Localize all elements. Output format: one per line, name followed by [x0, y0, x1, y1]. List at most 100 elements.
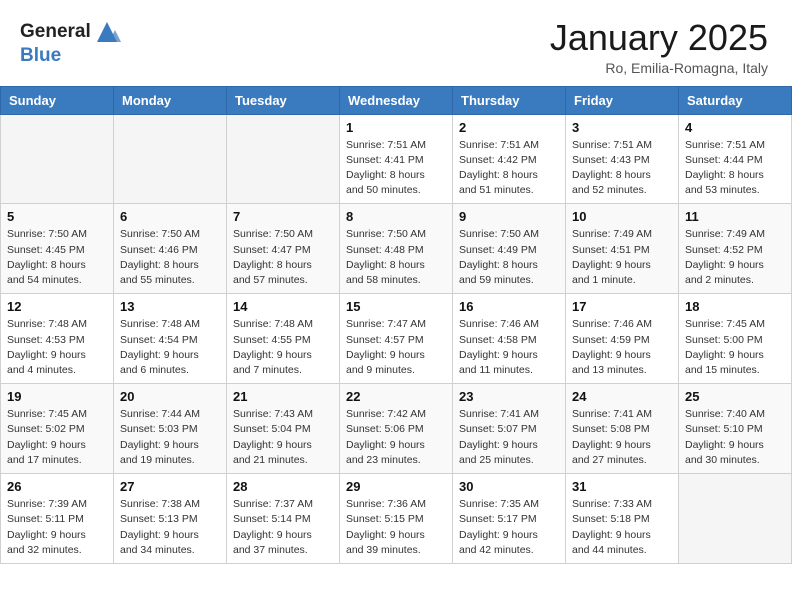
day-number: 9 — [459, 209, 559, 224]
calendar-week-row: 1Sunrise: 7:51 AM Sunset: 4:41 PM Daylig… — [1, 114, 792, 204]
calendar-cell: 31 Sunrise: 7:33 AM Sunset: 5:18 PM Dayli… — [566, 474, 679, 564]
day-info: Sunrise: 7:45 AM Sunset: 5:02 PM Dayligh… — [7, 407, 107, 468]
calendar-cell — [227, 114, 340, 204]
header-right: January 2025 Ro, Emilia-Romagna, Italy — [550, 18, 768, 76]
calendar-cell: 2 Sunrise: 7:51 AM Sunset: 4:42 PM Daylig… — [453, 114, 566, 204]
day-number: 13 — [120, 299, 220, 314]
day-number: 26 — [7, 479, 107, 494]
day-number: 16 — [459, 299, 559, 314]
calendar-cell: 26 Sunrise: 7:39 AM Sunset: 5:11 PM Dayli… — [1, 474, 114, 564]
day-number: 11 — [685, 209, 785, 224]
calendar-cell — [679, 474, 792, 564]
day-info: Sunrise: 7:36 AM Sunset: 5:15 PM Dayligh… — [346, 497, 446, 558]
day-info: Sunrise: 7:49 AM Sunset: 4:52 PM Dayligh… — [685, 227, 785, 288]
weekday-header: Tuesday — [227, 86, 340, 114]
day-info: Sunrise: 7:47 AM Sunset: 4:57 PM Dayligh… — [346, 317, 446, 378]
day-number: 8 — [346, 209, 446, 224]
day-number: 3 — [572, 120, 672, 135]
day-info: Sunrise: 7:50 AM Sunset: 4:46 PM Dayligh… — [120, 227, 220, 288]
calendar-cell: 9 Sunrise: 7:50 AM Sunset: 4:49 PM Daylig… — [453, 204, 566, 294]
calendar-cell: 13 Sunrise: 7:48 AM Sunset: 4:54 PM Dayli… — [114, 294, 227, 384]
day-number: 4 — [685, 120, 785, 135]
calendar-cell: 22 Sunrise: 7:42 AM Sunset: 5:06 PM Dayli… — [340, 384, 453, 474]
calendar-cell: 3 Sunrise: 7:51 AM Sunset: 4:43 PM Daylig… — [566, 114, 679, 204]
day-info: Sunrise: 7:41 AM Sunset: 5:08 PM Dayligh… — [572, 407, 672, 468]
calendar-week-row: 12Sunrise: 7:48 AM Sunset: 4:53 PM Dayli… — [1, 294, 792, 384]
day-info: Sunrise: 7:46 AM Sunset: 4:58 PM Dayligh… — [459, 317, 559, 378]
calendar-cell: 5 Sunrise: 7:50 AM Sunset: 4:45 PM Daylig… — [1, 204, 114, 294]
calendar-cell — [1, 114, 114, 204]
weekday-header: Saturday — [679, 86, 792, 114]
day-info: Sunrise: 7:48 AM Sunset: 4:55 PM Dayligh… — [233, 317, 333, 378]
day-info: Sunrise: 7:51 AM Sunset: 4:42 PM Dayligh… — [459, 138, 559, 199]
calendar-cell: 23 Sunrise: 7:41 AM Sunset: 5:07 PM Dayli… — [453, 384, 566, 474]
logo-blue: Blue — [20, 46, 121, 65]
weekday-header: Thursday — [453, 86, 566, 114]
calendar-cell: 29 Sunrise: 7:36 AM Sunset: 5:15 PM Dayli… — [340, 474, 453, 564]
calendar-header: SundayMondayTuesdayWednesdayThursdayFrid… — [1, 86, 792, 114]
day-number: 29 — [346, 479, 446, 494]
day-number: 18 — [685, 299, 785, 314]
day-info: Sunrise: 7:51 AM Sunset: 4:44 PM Dayligh… — [685, 138, 785, 199]
day-info: Sunrise: 7:40 AM Sunset: 5:10 PM Dayligh… — [685, 407, 785, 468]
calendar: SundayMondayTuesdayWednesdayThursdayFrid… — [0, 86, 792, 564]
day-number: 7 — [233, 209, 333, 224]
page: General Blue January 2025 Ro, Emilia-Rom… — [0, 0, 792, 564]
day-number: 12 — [7, 299, 107, 314]
day-number: 21 — [233, 389, 333, 404]
day-info: Sunrise: 7:50 AM Sunset: 4:47 PM Dayligh… — [233, 227, 333, 288]
day-info: Sunrise: 7:33 AM Sunset: 5:18 PM Dayligh… — [572, 497, 672, 558]
day-number: 2 — [459, 120, 559, 135]
calendar-cell: 6 Sunrise: 7:50 AM Sunset: 4:46 PM Daylig… — [114, 204, 227, 294]
calendar-cell: 8Sunrise: 7:50 AM Sunset: 4:48 PM Daylig… — [340, 204, 453, 294]
weekday-header: Monday — [114, 86, 227, 114]
day-info: Sunrise: 7:51 AM Sunset: 4:41 PM Dayligh… — [346, 138, 446, 199]
day-info: Sunrise: 7:35 AM Sunset: 5:17 PM Dayligh… — [459, 497, 559, 558]
day-info: Sunrise: 7:50 AM Sunset: 4:49 PM Dayligh… — [459, 227, 559, 288]
calendar-cell: 12Sunrise: 7:48 AM Sunset: 4:53 PM Dayli… — [1, 294, 114, 384]
calendar-cell: 19 Sunrise: 7:45 AM Sunset: 5:02 PM Dayli… — [1, 384, 114, 474]
calendar-cell: 10Sunrise: 7:49 AM Sunset: 4:51 PM Dayli… — [566, 204, 679, 294]
day-info: Sunrise: 7:38 AM Sunset: 5:13 PM Dayligh… — [120, 497, 220, 558]
calendar-cell: 24 Sunrise: 7:41 AM Sunset: 5:08 PM Dayli… — [566, 384, 679, 474]
day-info: Sunrise: 7:39 AM Sunset: 5:11 PM Dayligh… — [7, 497, 107, 558]
day-number: 19 — [7, 389, 107, 404]
day-number: 17 — [572, 299, 672, 314]
calendar-cell: 18 Sunrise: 7:45 AM Sunset: 5:00 PM Dayli… — [679, 294, 792, 384]
day-number: 14 — [233, 299, 333, 314]
day-number: 15 — [346, 299, 446, 314]
calendar-cell: 4 Sunrise: 7:51 AM Sunset: 4:44 PM Daylig… — [679, 114, 792, 204]
location: Ro, Emilia-Romagna, Italy — [550, 60, 768, 76]
calendar-cell: 20Sunrise: 7:44 AM Sunset: 5:03 PM Dayli… — [114, 384, 227, 474]
day-info: Sunrise: 7:48 AM Sunset: 4:54 PM Dayligh… — [120, 317, 220, 378]
calendar-week-row: 5 Sunrise: 7:50 AM Sunset: 4:45 PM Daylig… — [1, 204, 792, 294]
calendar-cell: 16 Sunrise: 7:46 AM Sunset: 4:58 PM Dayli… — [453, 294, 566, 384]
day-info: Sunrise: 7:41 AM Sunset: 5:07 PM Dayligh… — [459, 407, 559, 468]
calendar-cell: 14 Sunrise: 7:48 AM Sunset: 4:55 PM Dayli… — [227, 294, 340, 384]
calendar-cell: 25Sunrise: 7:40 AM Sunset: 5:10 PM Dayli… — [679, 384, 792, 474]
day-number: 28 — [233, 479, 333, 494]
calendar-cell: 21 Sunrise: 7:43 AM Sunset: 5:04 PM Dayli… — [227, 384, 340, 474]
day-info: Sunrise: 7:45 AM Sunset: 5:00 PM Dayligh… — [685, 317, 785, 378]
calendar-cell — [114, 114, 227, 204]
day-number: 31 — [572, 479, 672, 494]
day-number: 22 — [346, 389, 446, 404]
calendar-cell: 15 Sunrise: 7:47 AM Sunset: 4:57 PM Dayli… — [340, 294, 453, 384]
calendar-cell: 27Sunrise: 7:38 AM Sunset: 5:13 PM Dayli… — [114, 474, 227, 564]
day-info: Sunrise: 7:44 AM Sunset: 5:03 PM Dayligh… — [120, 407, 220, 468]
day-info: Sunrise: 7:43 AM Sunset: 5:04 PM Dayligh… — [233, 407, 333, 468]
day-number: 24 — [572, 389, 672, 404]
day-number: 23 — [459, 389, 559, 404]
logo: General Blue — [20, 18, 121, 65]
weekday-header: Sunday — [1, 86, 114, 114]
day-number: 5 — [7, 209, 107, 224]
day-info: Sunrise: 7:50 AM Sunset: 4:45 PM Dayligh… — [7, 227, 107, 288]
logo-icon — [93, 18, 121, 46]
day-info: Sunrise: 7:51 AM Sunset: 4:43 PM Dayligh… — [572, 138, 672, 199]
day-number: 6 — [120, 209, 220, 224]
weekday-header: Friday — [566, 86, 679, 114]
logo-text: General — [20, 18, 121, 46]
calendar-week-row: 19 Sunrise: 7:45 AM Sunset: 5:02 PM Dayli… — [1, 384, 792, 474]
calendar-cell: 30Sunrise: 7:35 AM Sunset: 5:17 PM Dayli… — [453, 474, 566, 564]
day-info: Sunrise: 7:42 AM Sunset: 5:06 PM Dayligh… — [346, 407, 446, 468]
